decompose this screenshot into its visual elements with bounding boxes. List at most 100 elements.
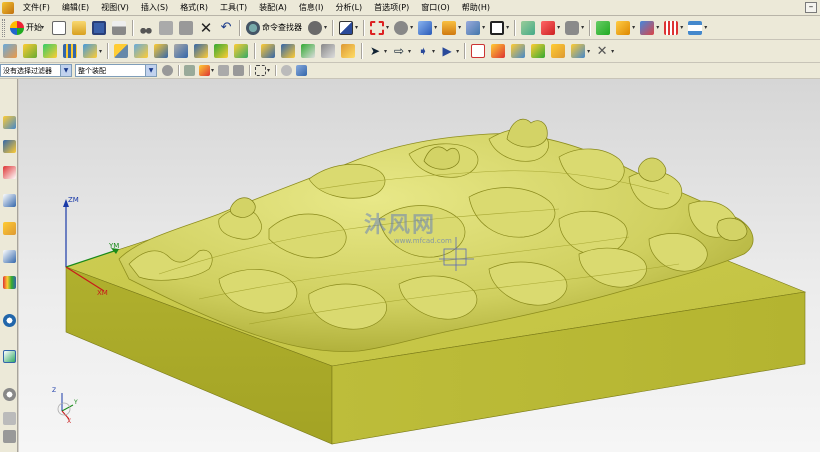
wcs-icon xyxy=(640,20,655,35)
background-color-button[interactable] xyxy=(488,19,506,37)
snap-end-icon[interactable] xyxy=(199,65,210,76)
dimension-button[interactable] xyxy=(662,19,680,37)
menu-view[interactable]: 视图(V) xyxy=(95,0,135,16)
add-component-button[interactable] xyxy=(152,42,170,60)
transform-button[interactable] xyxy=(594,19,612,37)
delete-button[interactable]: ✕ xyxy=(197,19,215,37)
menu-preferences[interactable]: 首选项(P) xyxy=(368,0,415,16)
snap-mid-icon[interactable] xyxy=(218,65,230,76)
check-clearance-button[interactable] xyxy=(549,42,567,60)
print-button[interactable] xyxy=(110,19,128,37)
rectangle-select-icon[interactable] xyxy=(255,65,267,76)
model-view[interactable] xyxy=(19,79,820,452)
menu-tools[interactable]: 工具(T) xyxy=(214,0,253,16)
scope-value: 整个装配 xyxy=(78,66,106,75)
menu-window[interactable]: 窗口(O) xyxy=(415,0,456,16)
fit-view-button[interactable] xyxy=(368,19,386,37)
selection-settings-icon[interactable] xyxy=(162,65,173,76)
analysis-button[interactable] xyxy=(614,19,632,37)
sequence-button[interactable] xyxy=(279,42,297,60)
open-button[interactable] xyxy=(70,19,88,37)
command-finder-button[interactable]: 命令查找器 xyxy=(243,19,305,37)
graphics-window[interactable]: ZM YM XM Z Y X 沐风网 www.mfcad.com xyxy=(19,79,820,452)
shaded-view-button[interactable] xyxy=(416,19,434,37)
measure-angle-button[interactable] xyxy=(509,42,527,60)
select-arrow-button[interactable]: ➤ xyxy=(366,42,384,60)
camera-button[interactable] xyxy=(563,19,581,37)
wcs-button[interactable] xyxy=(440,19,458,37)
hd3d-tab[interactable] xyxy=(1,219,17,237)
part-navigator-tab[interactable] xyxy=(1,163,17,181)
snap-center-icon[interactable] xyxy=(233,65,245,76)
reuse-library-tab[interactable] xyxy=(1,191,17,209)
mold-wizard-button[interactable] xyxy=(539,19,557,37)
measure-distance-button[interactable] xyxy=(489,42,507,60)
snap-point-icon[interactable] xyxy=(184,65,195,76)
wrap-button[interactable] xyxy=(339,42,357,60)
simple-interference-button[interactable] xyxy=(569,42,587,60)
roles-tab[interactable] xyxy=(1,347,17,365)
menu-help[interactable]: 帮助(H) xyxy=(456,0,496,16)
menu-format[interactable]: 格式(R) xyxy=(174,0,214,16)
mate-component-button[interactable] xyxy=(21,42,39,60)
select-edge-button[interactable]: ➧ xyxy=(414,42,432,60)
constraint-button[interactable] xyxy=(259,42,277,60)
assembly-cut-button[interactable] xyxy=(319,42,337,60)
edit-feature-button[interactable] xyxy=(1,42,19,60)
menu-file[interactable]: 文件(F) xyxy=(17,0,56,16)
replace-component-button[interactable] xyxy=(172,42,190,60)
select-body-button[interactable]: ▶ xyxy=(438,42,456,60)
menu-edit[interactable]: 编辑(E) xyxy=(56,0,95,16)
paste-button[interactable] xyxy=(177,19,195,37)
cut-button[interactable] xyxy=(137,19,155,37)
selection-button[interactable] xyxy=(337,19,355,37)
save-button[interactable] xyxy=(90,19,108,37)
menu-insert[interactable]: 插入(S) xyxy=(135,0,174,16)
undo-button[interactable]: ↶ xyxy=(217,19,235,37)
assembly-navigator-tab[interactable] xyxy=(1,113,17,131)
rotate-view-button[interactable] xyxy=(392,19,410,37)
copy-button[interactable] xyxy=(157,19,175,37)
show-all-icon[interactable] xyxy=(296,65,308,76)
new-button[interactable] xyxy=(50,19,68,37)
move-component-button[interactable] xyxy=(112,42,130,60)
measure-body-button[interactable] xyxy=(529,42,547,60)
cut-icon xyxy=(139,20,154,35)
section-button[interactable] xyxy=(232,42,250,60)
web-browser-tab[interactable] xyxy=(1,247,17,265)
explode-button[interactable] xyxy=(299,42,317,60)
process-studio-tab[interactable] xyxy=(1,409,17,427)
view-dependent-icon[interactable] xyxy=(281,65,293,76)
sketch-icon xyxy=(521,20,536,35)
select-face-button[interactable]: ⇨ xyxy=(390,42,408,60)
component-button[interactable] xyxy=(81,42,99,60)
datum-plane-button[interactable] xyxy=(464,19,482,37)
start-button[interactable]: 开始 ▾ xyxy=(7,19,49,37)
ruler-button[interactable] xyxy=(686,19,704,37)
constraint-navigator-tab[interactable] xyxy=(1,137,17,155)
wave-button[interactable] xyxy=(212,42,230,60)
new-component-button[interactable] xyxy=(132,42,150,60)
menu-information[interactable]: 信息(I) xyxy=(293,0,330,16)
palette-tab[interactable] xyxy=(1,385,17,403)
palette-icon xyxy=(2,387,16,401)
mirror-assembly-button[interactable] xyxy=(192,42,210,60)
menu-analysis[interactable]: 分析(L) xyxy=(329,0,368,16)
menu-assembly[interactable]: 装配(A) xyxy=(253,0,293,16)
drafting-button[interactable] xyxy=(469,42,487,60)
close-toolbar-button[interactable]: ✕ xyxy=(593,42,611,60)
trim-icon xyxy=(174,44,189,58)
mirror-icon xyxy=(194,44,209,58)
toolbar-grip[interactable] xyxy=(2,18,5,37)
array-button[interactable] xyxy=(61,42,79,60)
reposition-button[interactable] xyxy=(41,42,59,60)
info-tab[interactable] xyxy=(1,311,17,329)
type-filter-select[interactable]: 没有选择过滤器 ▼ xyxy=(0,64,72,77)
sidebar-scroll-tab[interactable] xyxy=(1,427,17,445)
view-orient-button[interactable] xyxy=(638,19,656,37)
window-restore-button[interactable]: – xyxy=(805,2,817,13)
show-hide-button[interactable] xyxy=(306,19,324,37)
scope-select[interactable]: 整个装配 ▼ xyxy=(75,64,157,77)
sketch-button[interactable] xyxy=(519,19,537,37)
history-tab[interactable] xyxy=(1,273,17,291)
